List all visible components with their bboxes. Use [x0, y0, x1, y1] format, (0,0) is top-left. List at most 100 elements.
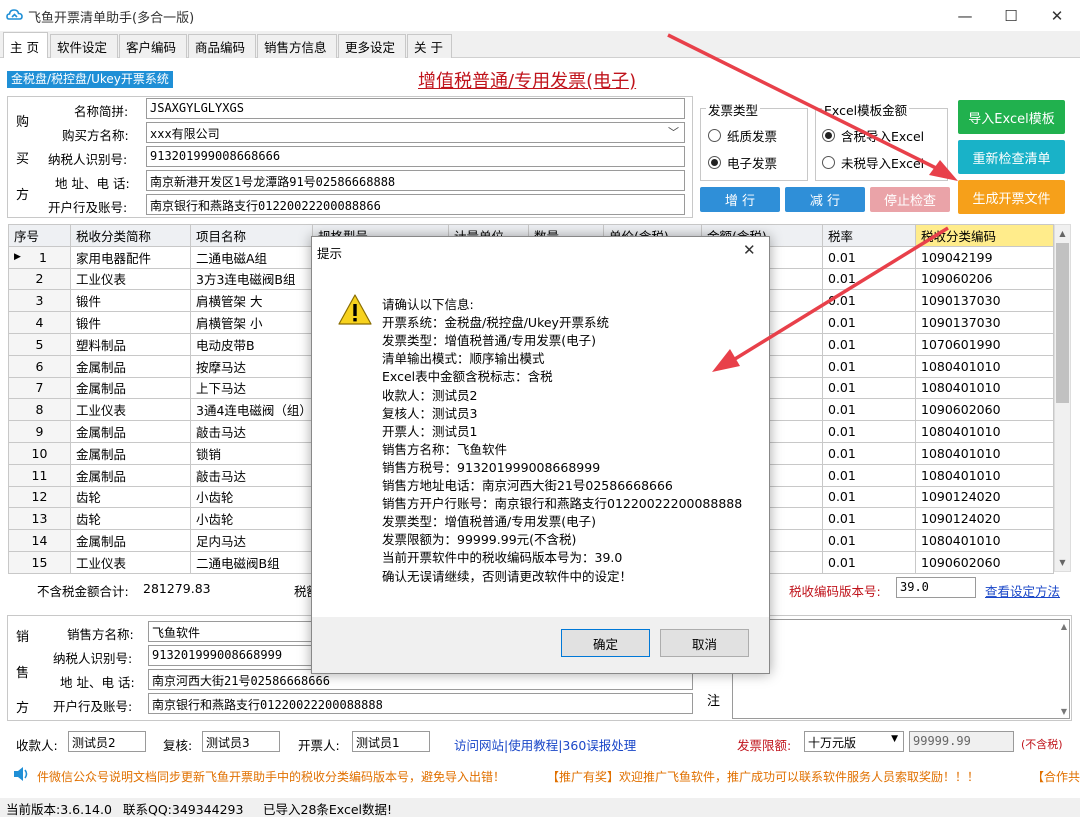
- chevron-down-icon[interactable]: ﹀: [668, 124, 679, 140]
- tab-about[interactable]: 关 于: [407, 34, 452, 58]
- rate-cell[interactable]: 0.01: [822, 441, 916, 465]
- rate-cell[interactable]: 0.01: [822, 267, 916, 291]
- item-name-cell[interactable]: 小齿轮: [190, 507, 313, 531]
- electronic-invoice-radio[interactable]: 电子发票: [708, 153, 777, 172]
- item-name-cell[interactable]: 锁销: [190, 441, 313, 465]
- invoice-limit-value[interactable]: 99999.99: [909, 731, 1014, 752]
- row-number-cell[interactable]: 11: [8, 463, 71, 487]
- item-name-cell[interactable]: 小齿轮: [190, 485, 313, 509]
- tab-customer-codes[interactable]: 客户编码: [119, 34, 187, 58]
- tax-code-version-input[interactable]: 39.0: [896, 577, 976, 598]
- category-cell[interactable]: 锻件: [70, 289, 191, 313]
- row-number-cell[interactable]: 6: [8, 354, 71, 378]
- scroll-thumb[interactable]: [1056, 243, 1069, 403]
- buyer-short-name-input[interactable]: JSAXGYLGLYXGS: [146, 98, 685, 119]
- scroll-up-icon[interactable]: ▲: [1061, 622, 1067, 631]
- rate-cell[interactable]: 0.01: [822, 289, 916, 313]
- add-row-button[interactable]: 增 行: [700, 187, 780, 212]
- row-number-cell[interactable]: 2: [8, 267, 71, 291]
- tax-code-cell[interactable]: 109060206: [915, 267, 1054, 291]
- tax-code-cell[interactable]: 1090137030: [915, 289, 1054, 313]
- category-cell[interactable]: 金属制品: [70, 441, 191, 465]
- buyer-tax-id-input[interactable]: 913201999008668666: [146, 146, 685, 167]
- item-name-cell[interactable]: 二通电磁阀B组: [190, 550, 313, 574]
- tax-code-cell[interactable]: 1070601990: [915, 332, 1054, 356]
- view-setup-method-link[interactable]: 查看设定方法: [985, 581, 1060, 600]
- maximize-button[interactable]: ☐: [988, 0, 1034, 31]
- tab-software-settings[interactable]: 软件设定: [50, 34, 118, 58]
- seller-name-input[interactable]: 飞鱼软件: [148, 621, 318, 642]
- tax-code-cell[interactable]: 1080401010: [915, 441, 1054, 465]
- buyer-bank-input[interactable]: 南京银行和燕路支行01220022200088866: [146, 194, 685, 215]
- item-name-cell[interactable]: 3方3连电磁阀B组: [190, 267, 313, 291]
- item-name-cell[interactable]: 电动皮带B: [190, 332, 313, 356]
- tax-code-cell[interactable]: 1080401010: [915, 529, 1054, 552]
- rate-cell[interactable]: 0.01: [822, 507, 916, 531]
- category-cell[interactable]: 齿轮: [70, 507, 191, 531]
- item-name-cell[interactable]: 肩横管架 小: [190, 311, 313, 334]
- row-number-cell[interactable]: 13: [8, 507, 71, 531]
- dialog-close-icon[interactable]: ✕: [743, 241, 756, 259]
- stop-check-button[interactable]: 停止检查: [870, 187, 950, 212]
- tax-code-cell[interactable]: 1090602060: [915, 550, 1054, 574]
- issuer-input[interactable]: 测试员1: [352, 731, 430, 752]
- tab-seller-info[interactable]: 销售方信息: [257, 34, 337, 58]
- tax-code-cell[interactable]: 1090137030: [915, 311, 1054, 334]
- category-cell[interactable]: 齿轮: [70, 485, 191, 509]
- rate-cell[interactable]: 0.01: [822, 398, 916, 422]
- remark-textarea[interactable]: ▲ ▼: [732, 619, 1070, 719]
- row-number-cell[interactable]: 8: [8, 398, 71, 422]
- col-header-category[interactable]: 税收分类简称: [70, 224, 191, 247]
- scroll-down-icon[interactable]: ▼: [1061, 707, 1067, 716]
- category-cell[interactable]: 工业仪表: [70, 550, 191, 574]
- category-cell[interactable]: 金属制品: [70, 376, 191, 400]
- minimize-button[interactable]: —: [942, 0, 988, 31]
- generate-invoice-file-button[interactable]: 生成开票文件: [958, 180, 1065, 214]
- category-cell[interactable]: 金属制品: [70, 354, 191, 378]
- row-number-cell[interactable]: 9: [8, 420, 71, 443]
- row-number-cell[interactable]: 12: [8, 485, 71, 509]
- tax-included-radio[interactable]: 含税导入Excel: [822, 126, 924, 145]
- col-header-item[interactable]: 项目名称: [190, 224, 313, 247]
- item-name-cell[interactable]: 3通4连电磁阀（组）: [190, 398, 313, 422]
- buyer-address-input[interactable]: 南京新港开发区1号龙潭路91号02586668888: [146, 170, 685, 191]
- item-name-cell[interactable]: 二通电磁A组: [190, 245, 313, 269]
- help-links[interactable]: 访问网站|使用教程|360误报处理: [454, 735, 636, 754]
- tax-code-cell[interactable]: 1080401010: [915, 420, 1054, 443]
- row-number-cell[interactable]: 3: [8, 289, 71, 313]
- tab-more-settings[interactable]: 更多设定: [338, 34, 406, 58]
- paper-invoice-radio[interactable]: 纸质发票: [708, 126, 777, 145]
- item-name-cell[interactable]: 足内马达: [190, 529, 313, 552]
- table-scrollbar[interactable]: ▲ ▼: [1054, 224, 1071, 572]
- category-cell[interactable]: 金属制品: [70, 463, 191, 487]
- seller-bank-input[interactable]: 南京银行和燕路支行01220022200088888: [148, 693, 693, 714]
- category-cell[interactable]: 塑料制品: [70, 332, 191, 356]
- reviewer-input[interactable]: 测试员3: [202, 731, 280, 752]
- rate-cell[interactable]: 0.01: [822, 529, 916, 552]
- tab-product-codes[interactable]: 商品编码: [188, 34, 256, 58]
- invoice-limit-select[interactable]: 十万元版 ▼: [804, 731, 904, 752]
- rate-cell[interactable]: 0.01: [822, 245, 916, 269]
- row-number-cell[interactable]: 7: [8, 376, 71, 400]
- ok-button[interactable]: 确定: [561, 629, 650, 657]
- category-cell[interactable]: 锻件: [70, 311, 191, 334]
- tax-code-cell[interactable]: 1080401010: [915, 376, 1054, 400]
- col-header-code[interactable]: 税收分类编码: [915, 224, 1054, 247]
- row-number-cell[interactable]: 5: [8, 332, 71, 356]
- seller-tax-id-input[interactable]: 913201999008668999: [148, 645, 318, 666]
- tax-code-cell[interactable]: 1090124020: [915, 507, 1054, 531]
- row-number-cell[interactable]: 10: [8, 441, 71, 465]
- col-header-rate[interactable]: 税率: [822, 224, 916, 247]
- recheck-list-button[interactable]: 重新检查清单: [958, 140, 1065, 174]
- rate-cell[interactable]: 0.01: [822, 311, 916, 334]
- close-button[interactable]: ✕: [1034, 0, 1080, 31]
- tab-home[interactable]: 主 页: [3, 32, 48, 59]
- rate-cell[interactable]: 0.01: [822, 354, 916, 378]
- import-excel-button[interactable]: 导入Excel模板: [958, 100, 1065, 134]
- item-name-cell[interactable]: 上下马达: [190, 376, 313, 400]
- col-header-no[interactable]: 序号: [8, 224, 71, 247]
- rate-cell[interactable]: 0.01: [822, 376, 916, 400]
- row-number-cell[interactable]: 14: [8, 529, 71, 552]
- tax-code-cell[interactable]: 1080401010: [915, 354, 1054, 378]
- scroll-up-icon[interactable]: ▲: [1055, 225, 1070, 242]
